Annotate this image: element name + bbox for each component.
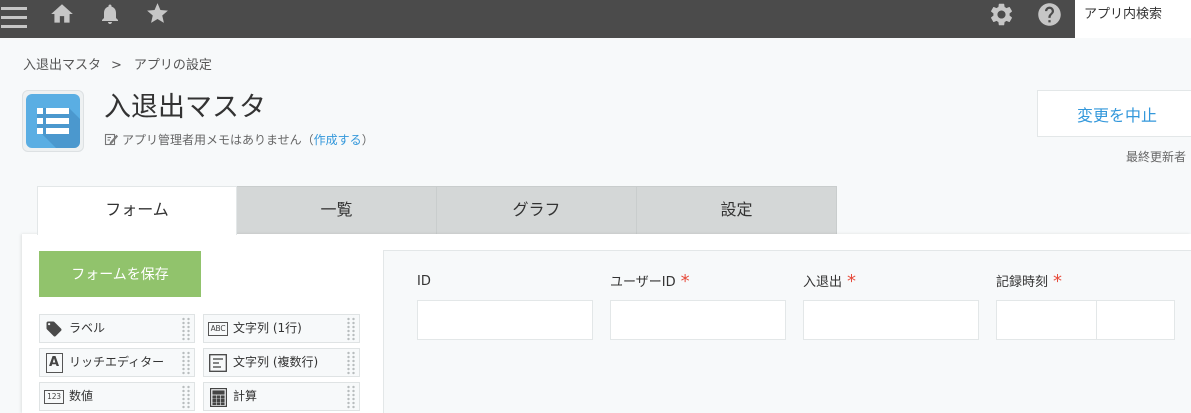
field-label-text: 記録時刻 (996, 275, 1049, 290)
id-input[interactable] (417, 300, 593, 340)
palette-item-text: リッチエディター (69, 355, 165, 369)
field-label-text: ユーザーID (610, 275, 676, 290)
palette-item-text: 計算 (233, 389, 258, 403)
number-glyph: 123 (44, 390, 64, 404)
field-label: ID (417, 273, 431, 291)
field-label: ユーザーID * (610, 273, 690, 292)
rich-editor-glyph: A (45, 353, 63, 373)
breadcrumb-separator: > (111, 58, 122, 73)
record-time-input[interactable] (1096, 300, 1175, 340)
breadcrumb-app-link[interactable]: 入退出マスタ (23, 58, 101, 73)
tab-label: 設定 (720, 200, 753, 219)
tab-settings[interactable]: 設定 (637, 186, 837, 234)
create-memo-link[interactable]: 作成する (314, 133, 362, 147)
palette-item-text: ラベル (69, 321, 106, 335)
record-date-input[interactable] (996, 300, 1097, 340)
help-icon[interactable] (1036, 1, 1063, 28)
required-mark: * (847, 271, 857, 292)
memo-text: アプリ管理者用メモはありません (122, 133, 302, 147)
settings-tabs: フォーム 一覧 グラフ 設定 (37, 186, 837, 235)
drag-handle-icon[interactable] (346, 385, 356, 409)
home-icon[interactable] (49, 1, 75, 27)
memo-edit-icon (104, 132, 118, 146)
tab-list[interactable]: 一覧 (237, 186, 437, 234)
memo-close-paren: ） (361, 133, 374, 147)
field-label-text: ID (417, 274, 431, 289)
tab-label: 一覧 (320, 200, 353, 219)
breadcrumb: 入退出マスタ > アプリの設定 (23, 58, 212, 74)
drag-handle-icon[interactable] (181, 351, 191, 375)
calculator-icon (208, 387, 228, 407)
app-search-box (1075, 0, 1191, 38)
required-mark: * (680, 271, 690, 292)
field-label: 入退出 * (803, 273, 856, 292)
multi-line-text-icon (208, 353, 228, 373)
rich-editor-icon: A (44, 353, 64, 373)
drag-handle-icon[interactable] (346, 317, 356, 341)
palette-item-text: 文字列 (複数行) (233, 355, 319, 369)
tab-form[interactable]: フォーム (37, 186, 237, 235)
drag-handle-icon[interactable] (346, 351, 356, 375)
bell-icon[interactable] (98, 2, 122, 26)
gear-icon[interactable] (988, 1, 1015, 28)
cancel-changes-button[interactable]: 変更を中止 (1037, 90, 1191, 137)
palette-item-calculation[interactable]: 計算 (203, 382, 360, 411)
drag-handle-icon[interactable] (181, 385, 191, 409)
palette-item-text: 文字列 (1行) (233, 321, 302, 335)
last-updated-label: 最終更新者 (1126, 150, 1187, 164)
save-form-button[interactable]: フォームを保存 (39, 251, 201, 297)
number-icon: 123 (44, 387, 64, 407)
required-mark: * (1053, 271, 1063, 292)
admin-memo: アプリ管理者用メモはありません（作成する） (104, 132, 374, 148)
single-line-text-glyph: ABC (208, 322, 228, 336)
palette-item-multi-line-text[interactable]: 文字列 (複数行) (203, 348, 360, 377)
list-icon (26, 94, 80, 148)
palette-item-rich-editor[interactable]: A リッチエディター (39, 348, 195, 377)
star-icon[interactable] (145, 1, 170, 26)
palette-item-number[interactable]: 123 数値 (39, 382, 195, 411)
tab-label: グラフ (512, 200, 561, 219)
tab-label: フォーム (105, 200, 169, 219)
app-search-input[interactable] (1075, 0, 1191, 28)
menu-icon[interactable] (1, 4, 28, 31)
memo-open-paren: （ (301, 133, 314, 147)
field-label-text: 入退出 (803, 275, 843, 290)
tag-icon (44, 319, 64, 339)
field-label: 記録時刻 * (996, 273, 1062, 292)
in-out-input[interactable] (803, 300, 979, 340)
tab-graph[interactable]: グラフ (437, 186, 637, 234)
app-icon (22, 90, 84, 152)
palette-item-label-field[interactable]: ラベル (39, 314, 195, 343)
single-line-text-icon: ABC (208, 319, 228, 339)
drag-handle-icon[interactable] (181, 317, 191, 341)
user-id-input[interactable] (610, 300, 786, 340)
global-header (0, 0, 1191, 38)
form-layout-canvas: ID ユーザーID * 入退出 * 記録時刻 * (383, 250, 1191, 413)
palette-item-text: 数値 (69, 389, 94, 403)
page-title: 入退出マスタ (104, 92, 266, 123)
palette-item-single-line-text[interactable]: ABC 文字列 (1行) (203, 314, 360, 343)
breadcrumb-current: アプリの設定 (133, 58, 212, 73)
